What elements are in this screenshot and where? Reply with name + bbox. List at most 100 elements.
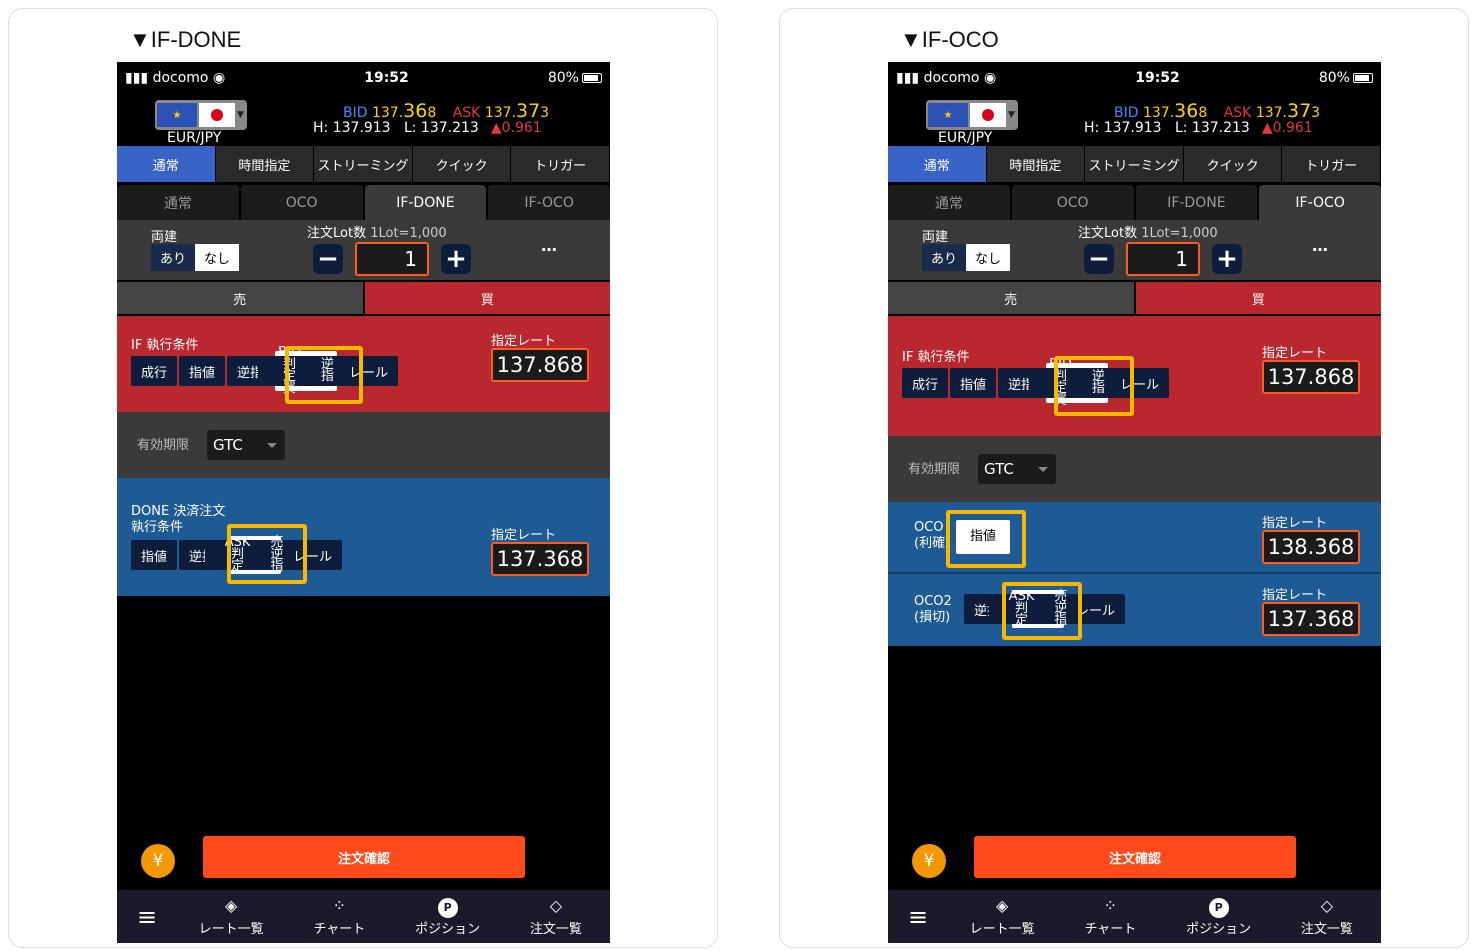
tab-normal-order[interactable]: 通常	[888, 185, 1010, 220]
yen-icon[interactable]: ¥	[912, 844, 946, 878]
tab-normal[interactable]: 通常	[117, 146, 216, 182]
tab-quick[interactable]: クイック	[413, 146, 512, 182]
tab-time[interactable]: 時間指定	[216, 146, 315, 182]
eu-flag-icon: ★	[157, 103, 197, 127]
plus-button[interactable]: +	[441, 244, 471, 274]
quote-header: ★ ▼ EUR/JPY BID 137.368 ASK 137.373 H: 1…	[117, 94, 610, 146]
tab-if-oco[interactable]: IF-OCO	[1259, 185, 1381, 220]
currency-selector[interactable]: ★ ▼	[926, 100, 1018, 130]
ask-sell-stop-button[interactable]: ASK判定 売逆指	[988, 590, 1088, 628]
hedge-yes-button[interactable]: あり	[922, 244, 967, 271]
order-method-tabs: 通常 OCO IF-DONE IF-OCO	[117, 182, 610, 220]
rate-label: 指定レート	[1262, 588, 1328, 603]
more-icon[interactable]: …	[1312, 236, 1328, 255]
nav-orders[interactable]: ◇ 注文一覧	[502, 896, 610, 937]
ask-sell-stop-button[interactable]: ASK判定 売逆指	[204, 536, 304, 574]
expiry-select[interactable]: GTC	[207, 430, 285, 460]
nav-position[interactable]: P ポジション	[1165, 896, 1273, 937]
limit-button[interactable]: 指値	[950, 368, 997, 398]
minus-button[interactable]: −	[1084, 244, 1114, 274]
position-icon: P	[437, 896, 458, 918]
order-confirm-button[interactable]: 注文確認	[974, 836, 1296, 878]
sell-button[interactable]: 売	[117, 282, 363, 314]
order-confirm-button[interactable]: 注文確認	[203, 836, 525, 878]
hedge-no-button[interactable]: なし	[966, 244, 1011, 271]
tab-trigger[interactable]: トリガー	[1282, 146, 1381, 182]
tab-normal-order[interactable]: 通常	[117, 185, 239, 220]
oco1-rate-input[interactable]: 138.368	[1262, 530, 1360, 564]
tab-if-oco[interactable]: IF-OCO	[488, 185, 610, 220]
side-selector: 売 買	[888, 280, 1381, 316]
oco1-buttons: 指値	[956, 520, 1010, 554]
tab-streaming[interactable]: ストリーミング	[1085, 146, 1184, 182]
tab-time[interactable]: 時間指定	[987, 146, 1086, 182]
expiry-row: 有効期限 GTC	[888, 436, 1381, 502]
hedge-no-button[interactable]: なし	[195, 244, 240, 271]
currency-selector[interactable]: ★ ▼	[155, 100, 247, 130]
nav-chart[interactable]: ⁘ チャート	[285, 896, 393, 937]
tab-normal[interactable]: 通常	[888, 146, 987, 182]
limit-button[interactable]: 指値	[179, 356, 226, 386]
menu-icon[interactable]: ≡	[117, 903, 177, 931]
nav-position[interactable]: P ポジション	[394, 896, 502, 937]
if-execution-buttons: 成行 指値 逆指 BID判定買 逆指 レール	[902, 358, 1170, 407]
orders-icon: ◇	[1320, 896, 1334, 915]
panel-title: ▼IF-DONE	[129, 27, 242, 52]
oco2-label: OCO2 (損切)	[914, 594, 952, 625]
nav-orders[interactable]: ◇ 注文一覧	[1273, 896, 1381, 937]
if-rate-input[interactable]: 137.868	[1262, 360, 1360, 394]
lot-input[interactable]: 1	[1126, 242, 1200, 276]
trail-button[interactable]: レール	[339, 356, 399, 386]
chevron-down-icon: ▼	[1008, 110, 1015, 120]
bid-buy-stop-button[interactable]: BID判定買 逆指	[258, 346, 354, 395]
tab-oco[interactable]: OCO	[240, 185, 363, 220]
nav-rates[interactable]: ◈ レート一覧	[948, 896, 1056, 937]
trail-button[interactable]: レール	[1110, 368, 1170, 398]
if-rate-input[interactable]: 137.868	[491, 348, 589, 382]
tab-oco[interactable]: OCO	[1011, 185, 1134, 220]
yen-icon[interactable]: ¥	[141, 844, 175, 878]
hedge-yes-button[interactable]: あり	[151, 244, 196, 271]
more-icon[interactable]: …	[541, 236, 557, 255]
tab-trigger[interactable]: トリガー	[511, 146, 610, 182]
tab-quick[interactable]: クイック	[1184, 146, 1283, 182]
bid-buy-stop-button[interactable]: BID判定買 逆指	[1029, 358, 1125, 407]
oco2-rate-input[interactable]: 137.368	[1262, 602, 1360, 636]
phone-if-done: ▮▮▮ docomo ◉ 19:52 80% ★ ▼ EUR/JPY BID 1…	[117, 62, 610, 943]
bid-ask: BID 137.368 ASK 137.373	[343, 100, 550, 122]
sell-button[interactable]: 売	[888, 282, 1134, 314]
trail-button[interactable]: レール	[1066, 594, 1126, 624]
market-button[interactable]: 成行	[902, 368, 949, 398]
tab-if-done[interactable]: IF-DONE	[364, 185, 487, 220]
done-label: DONE 決済注文 執行条件	[131, 504, 226, 535]
bottom-nav: ≡ ◈ レート一覧 ⁘ チャート P ポジション ◇ 注文一覧	[888, 890, 1381, 943]
limit-button[interactable]: 指値	[131, 540, 178, 570]
done-rate-input[interactable]: 137.368	[491, 542, 589, 576]
dropdown-icon	[267, 443, 277, 448]
buy-button[interactable]: 買	[364, 282, 610, 314]
buy-button[interactable]: 買	[1135, 282, 1381, 314]
nav-rates[interactable]: ◈ レート一覧	[177, 896, 285, 937]
if-execution-buttons: 成行 指値 逆指 BID判定買 逆指 レール	[131, 346, 399, 395]
limit-button[interactable]: 指値	[956, 520, 1010, 554]
order-type-tabs: 通常 時間指定 ストリーミング クイック トリガー	[117, 146, 610, 182]
nav-chart[interactable]: ⁘ チャート	[1056, 896, 1164, 937]
orders-icon: ◇	[549, 896, 563, 915]
minus-button[interactable]: −	[313, 244, 343, 274]
rate-label: 指定レート	[491, 528, 557, 543]
menu-icon[interactable]: ≡	[888, 903, 948, 931]
tab-streaming[interactable]: ストリーミング	[314, 146, 413, 182]
oco1-label: OCO (利確	[914, 520, 946, 551]
tab-if-done[interactable]: IF-DONE	[1135, 185, 1258, 220]
market-button[interactable]: 成行	[131, 356, 178, 386]
rate-label: 指定レート	[491, 334, 557, 349]
plus-button[interactable]: +	[1212, 244, 1242, 274]
order-type-tabs: 通常 時間指定 ストリーミング クイック トリガー	[888, 146, 1381, 182]
expiry-select[interactable]: GTC	[978, 454, 1056, 484]
battery-icon	[581, 73, 602, 83]
trail-button[interactable]: レール	[283, 540, 343, 570]
lot-input[interactable]: 1	[355, 242, 429, 276]
position-icon: P	[1208, 896, 1229, 918]
wifi-icon: ◉	[212, 70, 226, 86]
status-bar: ▮▮▮ docomo ◉ 19:52 80%	[117, 62, 610, 94]
